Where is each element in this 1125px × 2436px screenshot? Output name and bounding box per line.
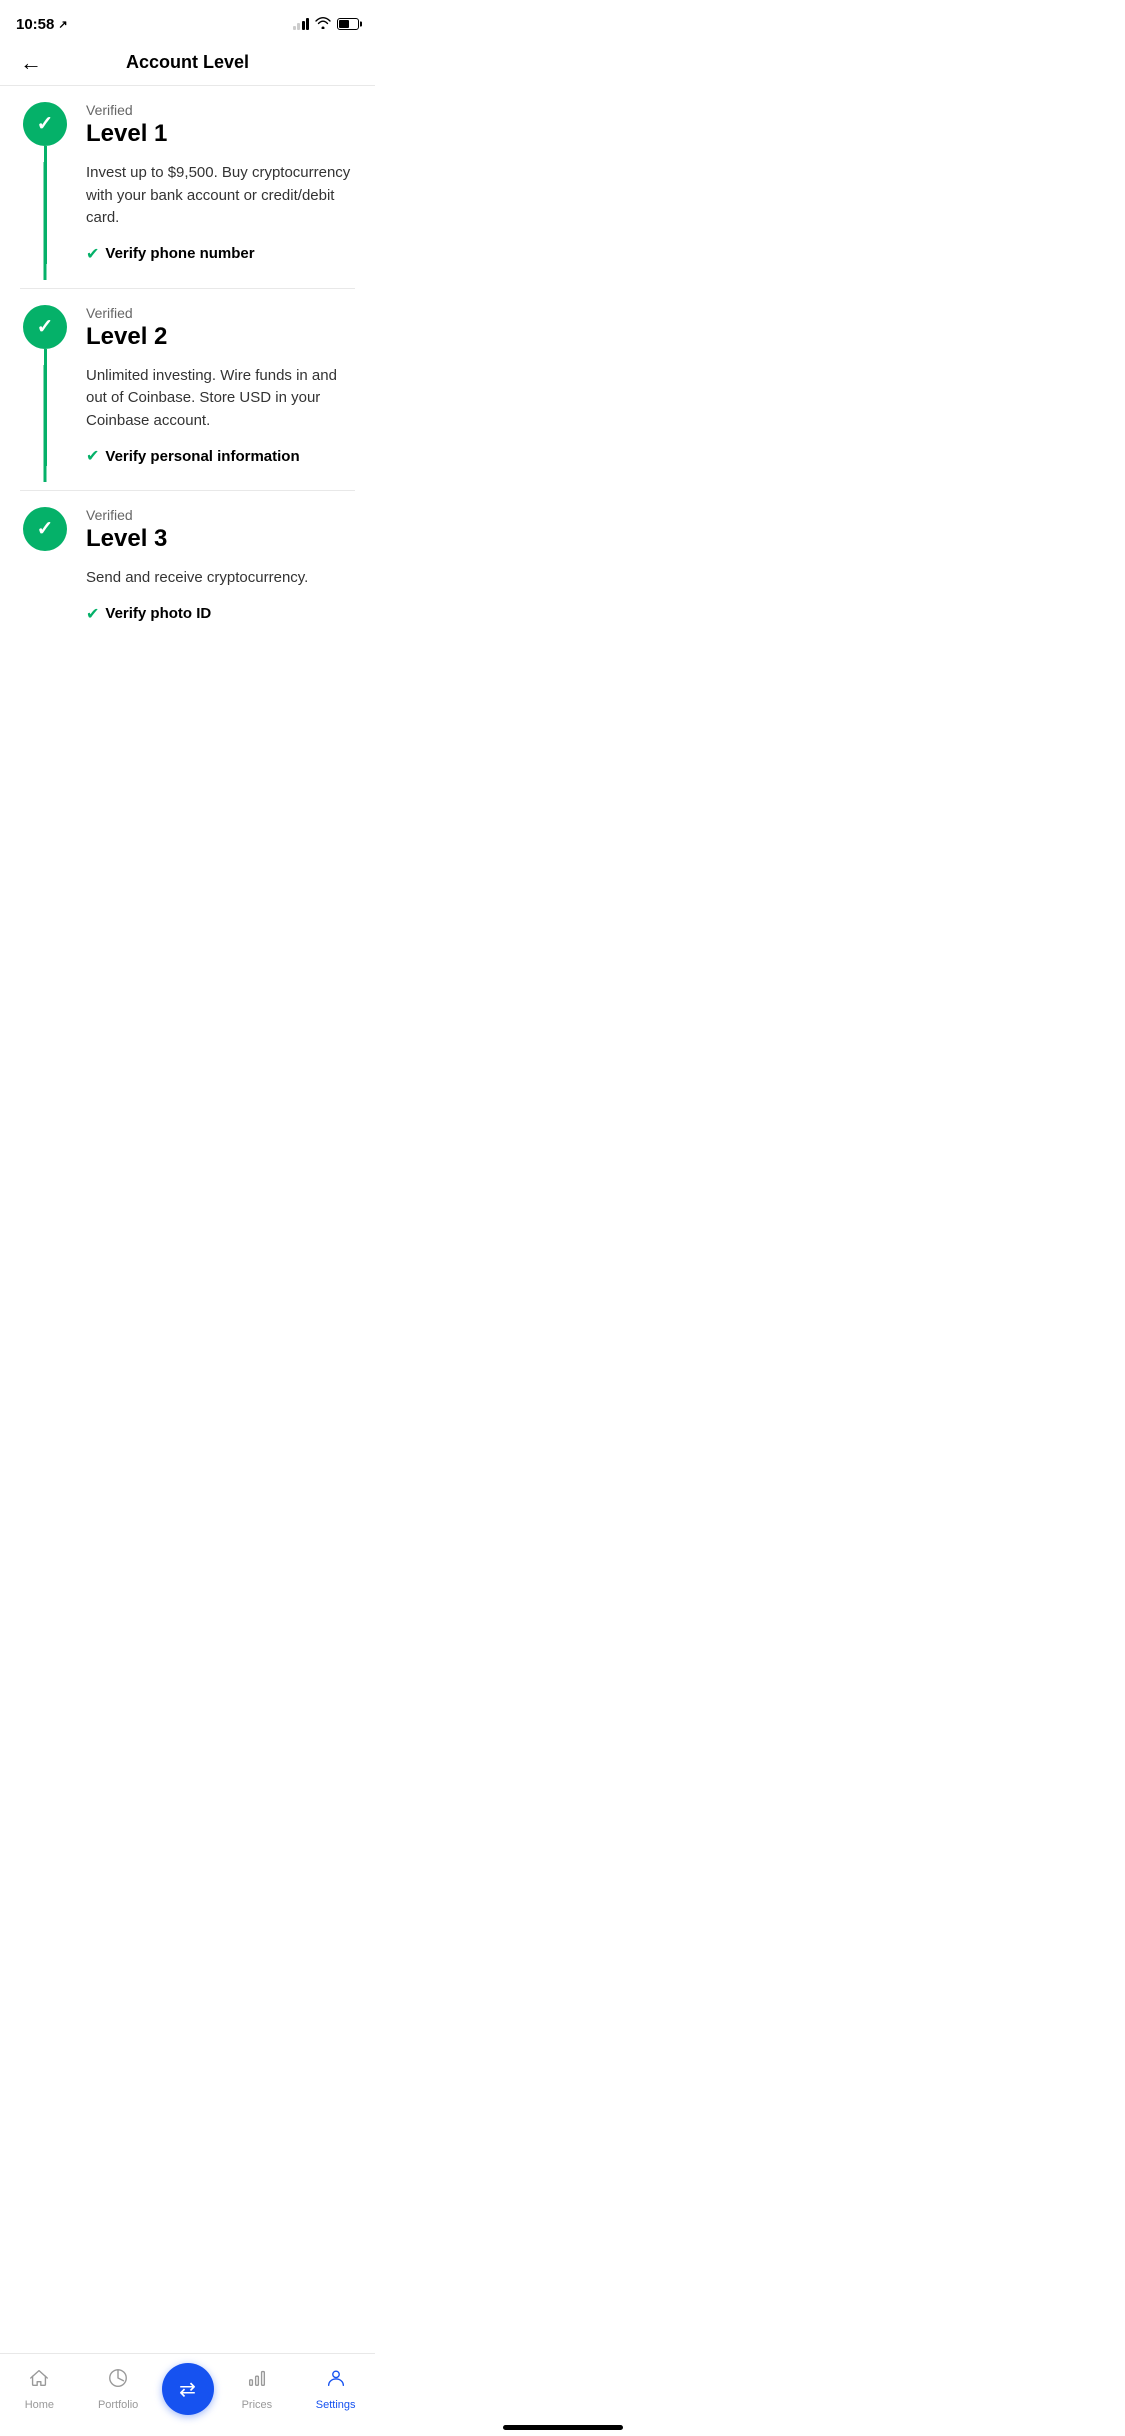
location-icon: ↗ [58, 18, 67, 31]
tab-home[interactable]: Home [0, 2367, 79, 2411]
level-1-verify: ✔ Verify phone number [86, 244, 355, 264]
level-3-content: Verified Level 3 Send and receive crypto… [70, 507, 355, 624]
status-icons [293, 17, 360, 32]
level-2-check-icon: ✓ [37, 317, 54, 337]
level-1-timeline: ✓ [20, 102, 70, 264]
trade-icon: ⇄ [179, 2377, 196, 2402]
level-2-timeline: ✓ [20, 305, 70, 467]
level-2-title: Level 2 [86, 323, 355, 351]
status-bar: 10:58 ↗ [0, 0, 375, 44]
level-3-item: ✓ Verified Level 3 Send and receive cryp… [0, 491, 375, 648]
tab-home-label: Home [25, 2399, 54, 2411]
level-1-check-icon: ✓ [37, 114, 54, 134]
signal-bars [293, 18, 310, 30]
level-3-verify: ✔ Verify photo ID [86, 604, 355, 624]
level-1-item: ✓ Verified Level 1 Invest up to $9,500. … [0, 86, 375, 288]
level-3-title: Level 3 [86, 525, 355, 553]
battery-icon [337, 18, 359, 30]
signal-bar-4 [306, 18, 309, 30]
level-3-timeline: ✓ [20, 507, 70, 624]
level-2-verify: ✔ Verify personal information [86, 446, 355, 466]
main-content: ✓ Verified Level 1 Invest up to $9,500. … [0, 86, 375, 748]
level-3-verify-check-icon: ✔ [86, 604, 99, 624]
level-1-verify-check-icon: ✔ [86, 244, 99, 264]
tab-bar: Home Portfolio ⇄ Prices [0, 2353, 375, 2436]
level-1-circle: ✓ [23, 102, 67, 146]
level-2-verify-check-icon: ✔ [86, 446, 99, 466]
tab-settings[interactable]: Settings [296, 2367, 375, 2411]
back-arrow-icon: ← [20, 50, 42, 75]
level-3-status: Verified [86, 507, 355, 523]
level-1-desc: Invest up to $9,500. Buy cryptocurrency … [86, 162, 355, 230]
signal-bar-2 [297, 23, 300, 30]
level-1-status: Verified [86, 102, 355, 118]
level-2-item: ✓ Verified Level 2 Unlimited investing. … [0, 289, 375, 491]
signal-bar-1 [293, 26, 296, 30]
settings-icon [325, 2367, 347, 2395]
level-1-verify-label: Verify phone number [105, 245, 254, 262]
tab-prices-label: Prices [242, 2399, 273, 2411]
level-1-title: Level 1 [86, 120, 355, 148]
back-button[interactable]: ← [16, 46, 46, 80]
level-2-desc: Unlimited investing. Wire funds in and o… [86, 365, 355, 433]
level-2-content: Verified Level 2 Unlimited investing. Wi… [70, 305, 355, 467]
trade-button[interactable]: ⇄ [162, 2363, 214, 2415]
home-indicator [503, 2425, 623, 2430]
tab-trade[interactable]: ⇄ [158, 2363, 218, 2415]
header: ← Account Level [0, 44, 375, 86]
level-2-status: Verified [86, 305, 355, 321]
prices-icon [246, 2367, 268, 2395]
tab-portfolio-label: Portfolio [98, 2399, 138, 2411]
level-2-circle: ✓ [23, 305, 67, 349]
level-3-circle: ✓ [23, 507, 67, 551]
tab-prices[interactable]: Prices [218, 2367, 297, 2411]
portfolio-icon [107, 2367, 129, 2395]
level-3-verify-label: Verify photo ID [105, 605, 211, 622]
tab-settings-label: Settings [316, 2399, 356, 2411]
signal-bar-3 [302, 21, 305, 30]
tab-portfolio[interactable]: Portfolio [79, 2367, 158, 2411]
home-icon [28, 2367, 50, 2395]
level-3-desc: Send and receive cryptocurrency. [86, 567, 355, 590]
level-2-verify-label: Verify personal information [105, 448, 299, 465]
wifi-icon [315, 17, 331, 32]
status-time: 10:58 ↗ [16, 16, 68, 33]
level-3-check-icon: ✓ [37, 519, 54, 539]
page-title: Account Level [126, 52, 249, 73]
time-label: 10:58 [16, 16, 54, 33]
level-1-content: Verified Level 1 Invest up to $9,500. Bu… [70, 102, 355, 264]
